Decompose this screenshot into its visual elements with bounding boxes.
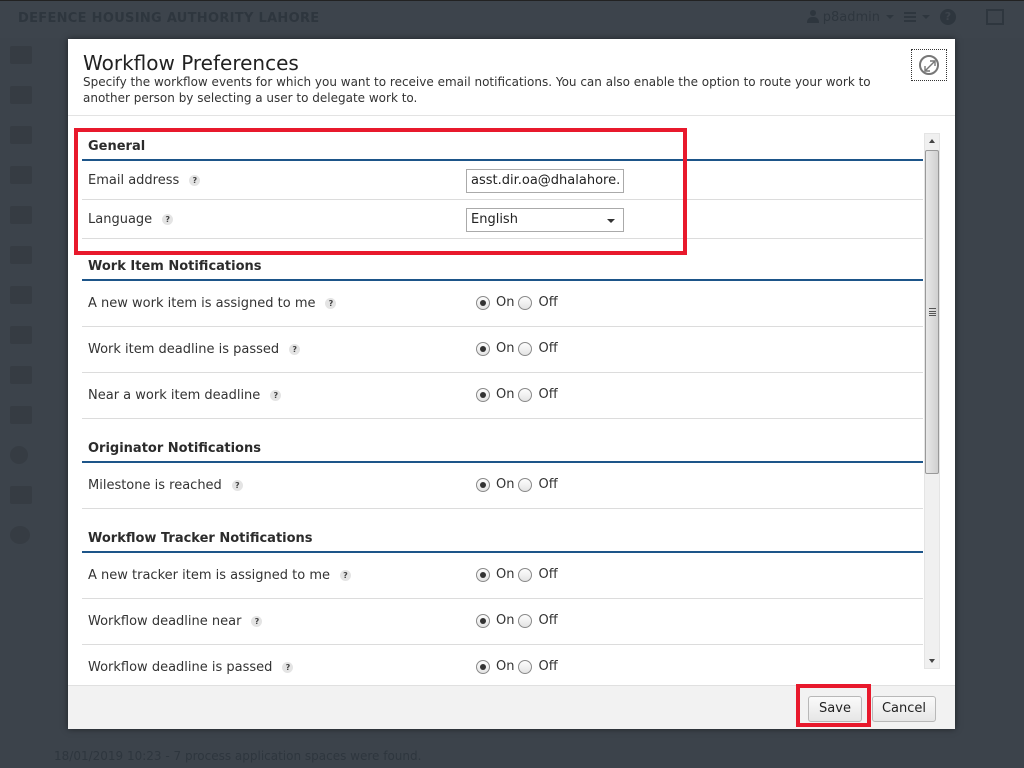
help-icon[interactable]: ? <box>940 9 956 25</box>
notification-row: Workflow deadline near? On Off <box>82 599 923 645</box>
help-icon[interactable]: ? <box>231 480 243 491</box>
task-check-icon[interactable] <box>10 246 32 264</box>
search-icon[interactable] <box>10 446 28 464</box>
help-icon[interactable]: ? <box>251 616 263 627</box>
briefcase-icon[interactable] <box>10 86 32 104</box>
header-actions: p8admin ? <box>806 9 1004 25</box>
radio-off[interactable] <box>518 659 533 674</box>
main-menu[interactable] <box>904 12 930 22</box>
grip-icon <box>929 308 936 316</box>
dialog-header: Workflow Preferences Specify the workflo… <box>68 39 955 116</box>
help-icon[interactable]: ? <box>282 662 294 673</box>
radio-on[interactable] <box>476 387 490 402</box>
notification-label: Workflow deadline is passed? <box>88 660 294 675</box>
notification-row: Workflow deadline is passed? On Off <box>82 645 923 685</box>
inbox-icon[interactable] <box>10 286 32 304</box>
radio-off[interactable] <box>518 387 533 402</box>
notification-label: Milestone is reached? <box>88 478 243 493</box>
user-icon <box>806 10 819 24</box>
help-icon[interactable]: ? <box>340 570 351 581</box>
radio-on[interactable] <box>476 295 490 310</box>
on-off-radio-group: On Off <box>476 477 558 492</box>
radio-off[interactable] <box>518 295 533 310</box>
highlight-save-button <box>796 684 871 727</box>
section-originator-heading: Originator Notifications <box>82 431 923 463</box>
vertical-scrollbar[interactable] <box>924 133 940 669</box>
notification-row: Milestone is reached? On Off <box>82 463 923 509</box>
chevron-down-icon <box>922 15 930 19</box>
notification-row: Near a work item deadline? On Off <box>82 373 923 419</box>
notification-row: A new tracker item is assigned to me? On… <box>82 553 923 599</box>
on-off-radio-group: On Off <box>476 659 558 674</box>
radio-off[interactable] <box>518 613 533 628</box>
notification-row: A new work item is assigned to me? On Of… <box>82 281 923 327</box>
help-icon[interactable]: ? <box>289 344 301 355</box>
radio-on[interactable] <box>476 659 490 674</box>
radio-off[interactable] <box>518 341 533 356</box>
recycle-icon[interactable] <box>10 206 32 224</box>
help-icon[interactable]: ? <box>325 298 337 309</box>
user-menu[interactable]: p8admin <box>806 9 894 25</box>
notification-label: Workflow deadline near? <box>88 614 263 629</box>
on-off-radio-group: On Off <box>476 295 558 310</box>
dashboard-icon[interactable] <box>10 166 32 184</box>
help-icon[interactable]: ? <box>270 390 282 401</box>
notification-label: Near a work item deadline? <box>88 388 282 403</box>
app-title: DEFENCE HOUSING AUTHORITY LAHORE <box>18 11 320 26</box>
radio-on[interactable] <box>476 613 490 628</box>
radio-on[interactable] <box>476 477 490 492</box>
radio-on[interactable] <box>476 341 490 356</box>
scrollbar-thumb[interactable] <box>925 150 939 474</box>
on-off-radio-group: On Off <box>476 387 558 402</box>
logo-icon <box>986 9 1004 25</box>
dialog-title: Workflow Preferences <box>83 51 299 75</box>
chevron-down-icon <box>886 15 894 19</box>
user-name: p8admin <box>822 9 880 25</box>
scroll-down-arrow-icon[interactable] <box>929 659 935 663</box>
notification-label: A new work item is assigned to me? <box>88 296 337 311</box>
home-icon[interactable] <box>10 326 32 344</box>
folder-icon[interactable] <box>10 46 32 64</box>
calendar-icon[interactable] <box>10 406 32 424</box>
section-tracker-heading: Workflow Tracker Notifications <box>82 521 923 553</box>
expand-button[interactable] <box>911 49 947 81</box>
left-navigation <box>0 38 42 558</box>
scroll-up-arrow-icon[interactable] <box>929 139 935 143</box>
forward-icon[interactable] <box>10 486 32 504</box>
on-off-radio-group: On Off <box>476 567 558 582</box>
status-message: 18/01/2019 10:23 - 7 process application… <box>54 749 422 763</box>
radio-on[interactable] <box>476 567 490 582</box>
menu-icon <box>904 12 916 22</box>
radio-off[interactable] <box>518 567 533 582</box>
on-off-radio-group: On Off <box>476 613 558 628</box>
radio-off[interactable] <box>518 477 533 492</box>
settings-icon[interactable] <box>10 526 30 544</box>
cancel-button[interactable]: Cancel <box>872 696 936 722</box>
chart-icon[interactable] <box>10 126 32 144</box>
on-off-radio-group: On Off <box>476 341 558 356</box>
expand-arrows-icon <box>924 60 936 72</box>
app-header: DEFENCE HOUSING AUTHORITY LAHORE p8admin… <box>0 0 1024 38</box>
notification-label: Work item deadline is passed? <box>88 342 301 357</box>
notification-label: A new tracker item is assigned to me? <box>88 568 351 583</box>
highlight-general-section <box>74 128 687 255</box>
form-icon[interactable] <box>10 366 32 384</box>
dialog-description: Specify the workflow events for which yo… <box>83 75 871 105</box>
notification-row: Work item deadline is passed? On Off <box>82 327 923 373</box>
